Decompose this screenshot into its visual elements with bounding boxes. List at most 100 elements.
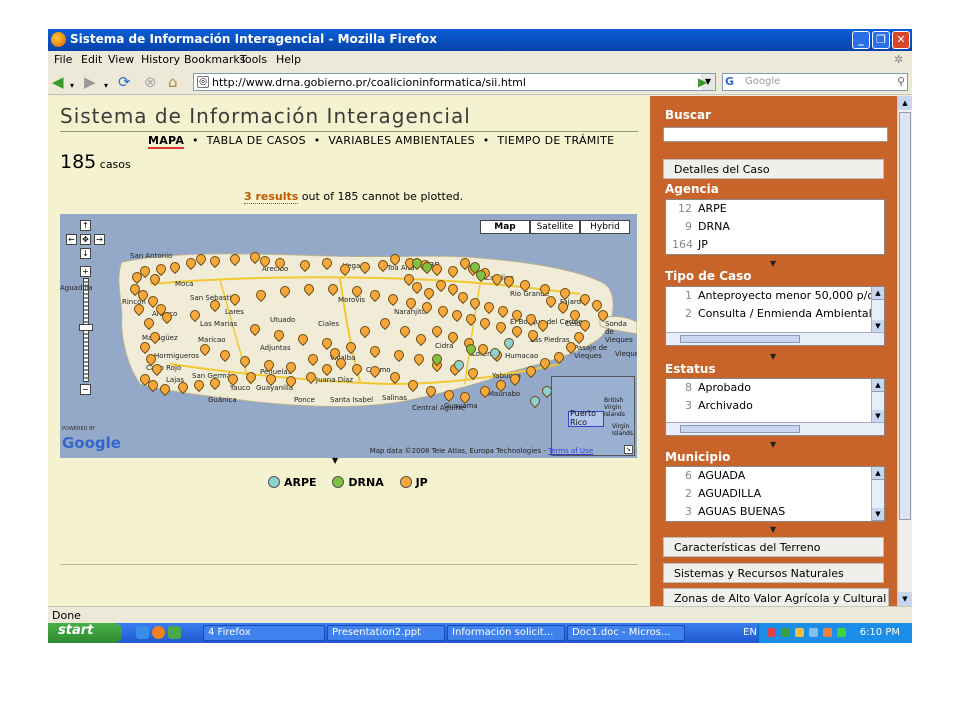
- language-indicator[interactable]: EN: [743, 627, 757, 638]
- back-dropdown-icon[interactable]: ▾: [70, 77, 74, 95]
- list-item[interactable]: 12 ARPE: [666, 200, 884, 218]
- forward-dropdown-icon[interactable]: ▾: [104, 77, 108, 95]
- tab-tiempo-de-tramite[interactable]: TIEMPO DE TRÁMITE: [497, 134, 614, 147]
- back-icon[interactable]: ◀: [52, 73, 64, 91]
- pan-up-icon[interactable]: ↑: [80, 220, 91, 231]
- firefox-quicklaunch-icon[interactable]: [152, 626, 165, 639]
- tray-icon[interactable]: [837, 628, 846, 637]
- zoom-out-icon[interactable]: −: [80, 384, 91, 395]
- list-item[interactable]: 9 DRNA: [666, 218, 884, 236]
- town-label: Las Marias: [200, 320, 238, 328]
- horizontal-scrollbar[interactable]: [666, 332, 884, 345]
- ie-icon[interactable]: [136, 626, 149, 639]
- tab-variables-ambientales[interactable]: VARIABLES AMBIENTALES: [328, 134, 475, 147]
- overview-map[interactable]: British Virgin Islands Puerto Rico Virgi…: [551, 376, 635, 456]
- scroll-up-icon[interactable]: ▲: [898, 96, 912, 110]
- menu-edit[interactable]: Edit: [81, 53, 102, 66]
- go-icon[interactable]: ▶: [698, 75, 712, 89]
- buscar-input[interactable]: [663, 127, 888, 142]
- pan-down-icon[interactable]: ↓: [80, 248, 91, 259]
- scroll-up-icon[interactable]: ▲: [872, 467, 884, 480]
- menu-tools[interactable]: Tools: [240, 53, 267, 66]
- pan-left-icon[interactable]: ←: [66, 234, 77, 245]
- scroll-down-icon[interactable]: ▼: [872, 508, 884, 521]
- zonas-alto-valor-button[interactable]: Zonas de Alto Valor Agrícola y Cultural: [663, 588, 889, 608]
- scroll-thumb[interactable]: [899, 112, 911, 520]
- list-item[interactable]: 6 AGUADA: [666, 467, 884, 485]
- scroll-down-icon[interactable]: ▼: [898, 592, 912, 606]
- tab-tabla-de-casos[interactable]: TABLA DE CASOS: [207, 134, 306, 147]
- tray-icon[interactable]: [767, 628, 776, 637]
- pan-right-icon[interactable]: →: [94, 234, 105, 245]
- caracteristicas-del-terreno-button[interactable]: Características del Terreno: [663, 537, 884, 557]
- start-button[interactable]: start: [48, 623, 122, 643]
- menu-view[interactable]: View: [108, 53, 134, 66]
- scroll-up-icon[interactable]: ▲: [872, 379, 884, 392]
- scroll-up-icon[interactable]: ▲: [872, 287, 884, 300]
- task-informacion[interactable]: Información solicit...: [447, 625, 565, 641]
- tab-mapa[interactable]: MAPA: [148, 134, 185, 149]
- expand-caret-icon[interactable]: ▼: [770, 352, 776, 361]
- powered-by-text: POWERED BY: [62, 426, 96, 432]
- google-map[interactable]: ↑ ← ✥ → ↓ + − Map Satellite Hybrid San A…: [60, 214, 637, 458]
- list-item[interactable]: 8 Aprobado: [666, 379, 884, 397]
- maximize-button[interactable]: ❐: [872, 31, 890, 49]
- results-link[interactable]: 3 results: [244, 190, 299, 204]
- sistemas-y-recursos-button[interactable]: Sistemas y Recursos Naturales: [663, 563, 884, 583]
- vertical-scrollbar[interactable]: ▲ ▼: [871, 287, 884, 333]
- search-icon[interactable]: ⚲: [897, 75, 905, 88]
- tab-separator: •: [192, 134, 199, 147]
- quicklaunch-icon[interactable]: [168, 626, 181, 639]
- zoom-slider-thumb[interactable]: [79, 324, 93, 331]
- vertical-scrollbar[interactable]: ▲ ▼: [871, 379, 884, 423]
- collapse-caret-icon[interactable]: ▼: [332, 456, 338, 465]
- menu-history[interactable]: History: [141, 53, 180, 66]
- page-scrollbar[interactable]: ▲ ▼: [897, 96, 912, 606]
- map-type-map[interactable]: Map: [480, 220, 530, 234]
- minimize-button[interactable]: _: [852, 31, 870, 49]
- task-doc1[interactable]: Doc1.doc - Micros...: [567, 625, 685, 641]
- firefox-window: Sistema de Información Interagencial - M…: [48, 29, 912, 643]
- list-item[interactable]: 3 AGUAS BUENAS: [666, 503, 884, 521]
- scroll-thumb[interactable]: [680, 425, 800, 433]
- estatus-list[interactable]: 8 Aprobado 3 Archivado ▲ ▼: [665, 378, 885, 436]
- map-type-hybrid[interactable]: Hybrid: [580, 220, 630, 234]
- menu-bookmarks[interactable]: Bookmarks: [184, 53, 245, 66]
- horizontal-scrollbar[interactable]: [666, 422, 884, 435]
- menu-help[interactable]: Help: [276, 53, 301, 66]
- task-presentation[interactable]: Presentation2.ppt: [327, 625, 445, 641]
- google-engine-icon[interactable]: G: [725, 75, 734, 88]
- tray-icon[interactable]: [781, 628, 790, 637]
- list-item[interactable]: 2 AGUADILLA: [666, 485, 884, 503]
- menu-file[interactable]: File: [54, 53, 72, 66]
- home-icon[interactable]: ⌂: [168, 73, 178, 91]
- reload-icon[interactable]: ⟳: [118, 73, 131, 91]
- url-bar[interactable]: ◎ http://www.drna.gobierno.pr/coalicioni…: [193, 73, 716, 91]
- list-item[interactable]: 1 Anteproyecto menor 50,000 p/c: [666, 287, 872, 305]
- list-item[interactable]: 164 JP: [666, 236, 884, 254]
- tray-icon[interactable]: [795, 628, 804, 637]
- scroll-thumb[interactable]: [680, 335, 800, 343]
- tray-icon[interactable]: [823, 628, 832, 637]
- zoom-in-icon[interactable]: +: [80, 266, 91, 277]
- task-firefox[interactable]: 4 Firefox: [203, 625, 325, 641]
- expand-caret-icon[interactable]: ▼: [770, 259, 776, 268]
- municipio-list[interactable]: 6 AGUADA 2 AGUADILLA 3 AGUAS BUENAS ▲ ▼: [665, 466, 885, 522]
- terms-of-use-link[interactable]: Terms of Use: [548, 447, 593, 455]
- pan-center-icon[interactable]: ✥: [80, 234, 91, 245]
- inset-toggle-icon[interactable]: ↘: [624, 445, 633, 454]
- detalles-del-caso-button[interactable]: Detalles del Caso: [663, 159, 884, 179]
- list-item[interactable]: 2 Consulta / Enmienda Ambiental: [666, 305, 872, 323]
- forward-icon[interactable]: ▶: [84, 73, 96, 91]
- expand-caret-icon[interactable]: ▼: [770, 440, 776, 449]
- map-type-satellite[interactable]: Satellite: [530, 220, 580, 234]
- stop-icon[interactable]: ⊗: [144, 73, 157, 91]
- expand-caret-icon[interactable]: ▼: [770, 525, 776, 534]
- search-bar[interactable]: G Google ⚲: [722, 73, 908, 91]
- agencia-list[interactable]: 12 ARPE 9 DRNA 164 JP: [665, 199, 885, 255]
- tipo-de-caso-list[interactable]: 1 Anteproyecto menor 50,000 p/c 2 Consulta…: [665, 286, 885, 346]
- list-item[interactable]: 3 Archivado: [666, 397, 884, 415]
- vertical-scrollbar[interactable]: ▲ ▼: [871, 467, 884, 521]
- tray-icon[interactable]: [809, 628, 818, 637]
- close-button[interactable]: ✕: [892, 31, 910, 49]
